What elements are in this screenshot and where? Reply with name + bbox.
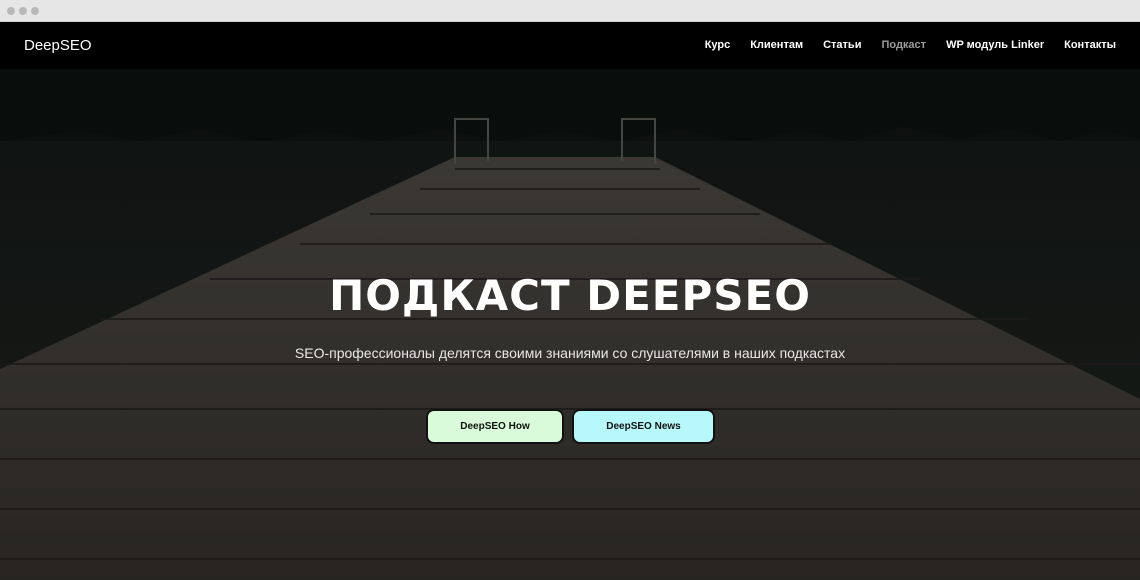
window-minimize-dot[interactable] [19,7,27,15]
hero-subtitle: SEO-профессионалы делятся своими знаниям… [294,345,846,361]
nav-links: Курс Клиентам Статьи Подкаст WP модуль L… [685,39,1116,51]
window-close-dot[interactable] [7,7,15,15]
brand-logo-link[interactable]: DeepSEO [24,37,92,54]
deepseo-news-button[interactable]: DeepSEO News [572,409,715,444]
window-maximize-dot[interactable] [31,7,39,15]
nav-link-clients[interactable]: Клиентам [750,39,803,51]
nav-link-course[interactable]: Курс [705,39,731,51]
nav-link-contacts[interactable]: Контакты [1064,39,1116,51]
deepseo-how-button[interactable]: DeepSEO How [426,409,564,444]
nav-link-articles[interactable]: Статьи [823,39,861,51]
nav-link-podcast[interactable]: Подкаст [881,39,926,51]
hero-dark-overlay [0,69,1140,580]
hero-title: ПОДКАСТ DEEPSEO [329,271,811,320]
browser-chrome [0,0,1140,22]
nav-link-wp-linker[interactable]: WP модуль Linker [946,39,1044,51]
top-navbar: DeepSEO Курс Клиентам Статьи Подкаст WP … [0,22,1140,69]
hero-section: ПОДКАСТ DEEPSEO SEO-профессионалы делятс… [0,69,1140,580]
